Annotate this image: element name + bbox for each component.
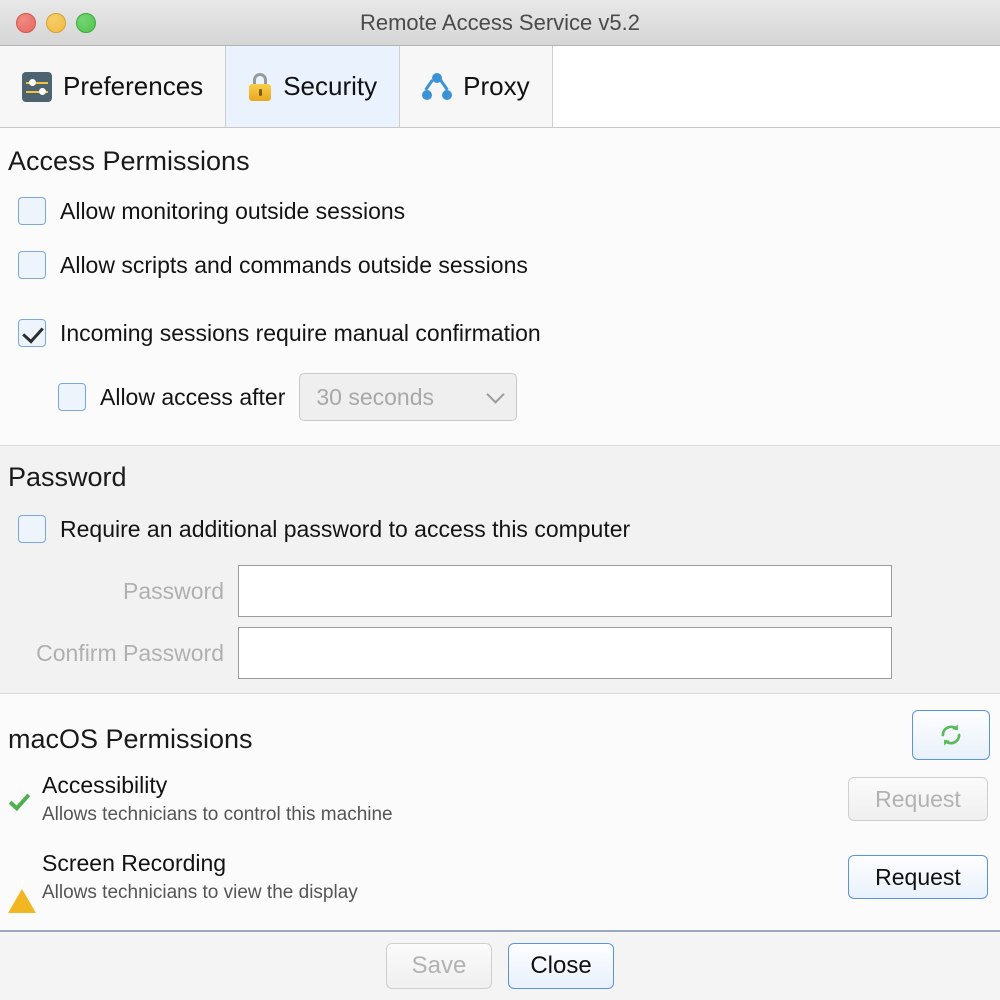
refresh-permissions-button[interactable] [912,710,990,760]
allow-scripts-checkbox[interactable] [18,251,46,279]
manual-confirmation-row[interactable]: Incoming sessions require manual confirm… [18,319,1000,347]
title-bar: Remote Access Service v5.2 [0,0,1000,46]
save-button[interactable]: Save [386,943,492,989]
access-permissions-section: Access Permissions Allow monitoring outs… [0,128,1000,445]
macos-permissions-section: macOS Permissions Accessibility Allows t… [0,694,1000,930]
tab-proxy-label: Proxy [463,71,530,101]
settings-content: Access Permissions Allow monitoring outs… [0,128,1000,930]
network-nodes-icon [422,72,453,101]
permission-desc-accessibility: Allows technicians to control this machi… [42,804,393,825]
confirm-password-field-row: Confirm Password [0,627,892,679]
allow-access-after-row[interactable]: Allow access after 30 seconds [58,373,1000,421]
close-window-button[interactable] [16,13,36,33]
allow-scripts-label: Allow scripts and commands outside sessi… [60,251,528,278]
window-title: Remote Access Service v5.2 [359,9,640,35]
require-password-row[interactable]: Require an additional password to access… [18,515,1000,543]
tab-security[interactable]: Security [226,46,401,127]
request-accessibility-button[interactable]: Request [848,777,988,821]
manual-confirmation-checkbox[interactable] [18,319,46,347]
allow-access-after-label: Allow access after [100,383,286,410]
close-button-label: Close [530,952,592,979]
tab-preferences[interactable]: Preferences [0,46,227,127]
access-permissions-title: Access Permissions [8,146,250,176]
allow-access-delay-value: 30 seconds [316,383,434,410]
app-window: Remote Access Service v5.2 Preferences S… [0,0,1000,1000]
tab-bar-filler [552,46,1000,127]
require-password-checkbox[interactable] [18,515,46,543]
permission-name-screen-recording: Screen Recording [42,850,227,876]
minimize-window-button[interactable] [46,13,66,33]
tab-bar: Preferences Security Proxy [0,46,1000,128]
check-icon [8,785,42,814]
request-screen-recording-label: Request [875,863,961,890]
tab-proxy[interactable]: Proxy [400,46,553,127]
permission-row-screen-recording: Screen Recording Allows technicians to v… [8,850,990,913]
confirm-password-field-label: Confirm Password [36,639,224,666]
zoom-window-button[interactable] [76,13,96,33]
manual-confirmation-label: Incoming sessions require manual confirm… [60,319,541,346]
allow-monitoring-checkbox[interactable] [18,197,46,225]
tab-security-label: Security [283,71,378,101]
allow-scripts-row[interactable]: Allow scripts and commands outside sessi… [18,251,1000,279]
password-title: Password [8,462,127,492]
password-section: Password Require an additional password … [0,446,1000,693]
traffic-light-group [16,13,96,33]
request-screen-recording-button[interactable]: Request [848,855,988,899]
permission-row-accessibility: Accessibility Allows technicians to cont… [8,772,990,826]
permission-name-accessibility: Accessibility [42,772,168,798]
footer-button-bar: Save Close [0,930,1000,1000]
sliders-icon [22,71,52,102]
allow-access-after-checkbox[interactable] [58,383,86,411]
close-button[interactable]: Close [508,943,614,989]
request-accessibility-label: Request [875,785,961,812]
save-button-label: Save [411,952,467,979]
lock-icon [248,72,272,102]
warning-triangle-icon [8,865,42,913]
tab-preferences-label: Preferences [63,71,204,101]
allow-monitoring-row[interactable]: Allow monitoring outside sessions [18,197,1000,225]
confirm-password-input[interactable] [238,627,892,679]
allow-access-delay-select[interactable]: 30 seconds [299,373,518,421]
chevron-down-icon [486,384,506,404]
refresh-icon [936,720,966,750]
password-field-row: Password [0,565,892,617]
allow-monitoring-label: Allow monitoring outside sessions [60,197,406,224]
password-field-label: Password [123,577,224,604]
password-input[interactable] [238,565,892,617]
require-password-label: Require an additional password to access… [60,515,631,542]
permission-desc-screen-recording: Allows technicians to view the display [42,882,358,903]
macos-permissions-title: macOS Permissions [8,724,253,754]
